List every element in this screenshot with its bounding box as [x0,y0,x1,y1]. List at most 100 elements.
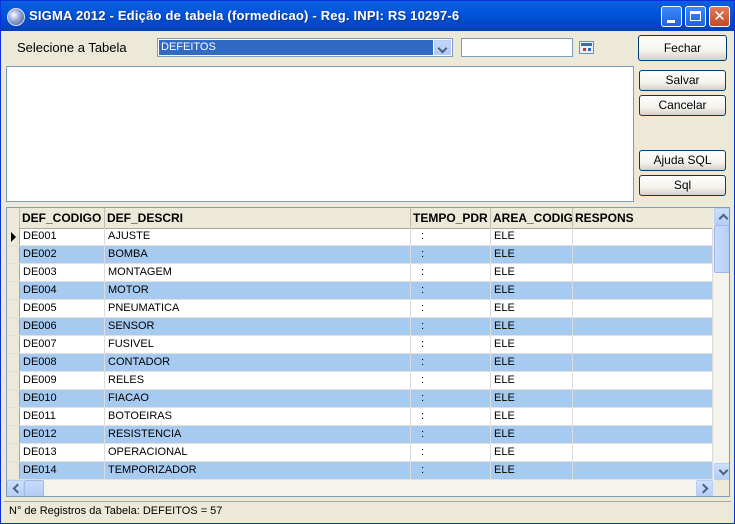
cell-def-codigo[interactable]: DE011 [20,408,105,425]
table-row[interactable]: DE012 RESISTENCIA: ELE [7,426,713,444]
table-row[interactable]: DE006 SENSOR: ELE [7,318,713,336]
cell-respons[interactable] [573,300,713,317]
row-indicator[interactable] [7,444,20,461]
cell-respons[interactable] [573,426,713,443]
cell-def-codigo[interactable]: DE013 [20,444,105,461]
cell-area-codig[interactable]: ELE [491,408,573,425]
row-indicator[interactable] [7,462,20,479]
cell-respons[interactable] [573,372,713,389]
cancel-button[interactable]: Cancelar [639,95,726,116]
column-header-def-descri[interactable]: DEF_DESCRI [105,208,411,228]
cell-def-codigo[interactable]: DE008 [20,354,105,371]
table-select[interactable]: DEFEITOS [157,38,453,57]
table-row[interactable]: DE003 MONTAGEM: ELE [7,264,713,282]
cell-respons[interactable] [573,408,713,425]
cell-area-codig[interactable]: ELE [491,264,573,281]
cell-tempo-pdr[interactable]: : [411,390,491,407]
table-row[interactable]: DE011 BOTOEIRAS: ELE [7,408,713,426]
cell-def-descri[interactable]: OPERACIONAL [105,444,411,461]
cell-def-descri[interactable]: FUSIVEL [105,336,411,353]
horizontal-scroll-thumb[interactable] [24,480,44,496]
cell-respons[interactable] [573,390,713,407]
column-header-area-codig[interactable]: AREA_CODIG [491,208,573,228]
row-indicator[interactable] [7,246,20,263]
cell-respons[interactable] [573,318,713,335]
cell-respons[interactable] [573,264,713,281]
cell-def-codigo[interactable]: DE003 [20,264,105,281]
cell-def-descri[interactable]: SENSOR [105,318,411,335]
cell-def-descri[interactable]: RELES [105,372,411,389]
cell-tempo-pdr[interactable]: : [411,372,491,389]
cell-def-descri[interactable]: MONTAGEM [105,264,411,281]
scroll-down-button[interactable] [714,463,729,480]
sql-button[interactable]: Sql [639,175,726,196]
close-button[interactable]: ✕ [709,6,730,27]
cell-respons[interactable] [573,336,713,353]
cell-tempo-pdr[interactable]: : [411,426,491,443]
table-row[interactable]: DE007 FUSIVEL: ELE [7,336,713,354]
cell-tempo-pdr[interactable]: : [411,462,491,479]
cell-def-codigo[interactable]: DE001 [20,228,105,245]
vertical-scroll-thumb[interactable] [714,225,729,273]
cell-area-codig[interactable]: ELE [491,228,573,245]
cell-def-descri[interactable]: BOTOEIRAS [105,408,411,425]
column-header-respons[interactable]: RESPONS [573,208,713,228]
title-bar[interactable]: SIGMA 2012 - Edição de tabela (formedica… [1,1,734,31]
close-form-button[interactable]: Fechar [638,35,727,61]
scroll-up-button[interactable] [714,208,729,225]
column-header-def-codigo[interactable]: DEF_CODIGO [20,208,105,228]
cell-respons[interactable] [573,354,713,371]
cell-def-descri[interactable]: BOMBA [105,246,411,263]
sql-help-button[interactable]: Ajuda SQL [639,150,726,171]
table-row[interactable]: DE005 PNEUMATICA: ELE [7,300,713,318]
cell-def-codigo[interactable]: DE012 [20,426,105,443]
cell-respons[interactable] [573,444,713,461]
minimize-button[interactable] [661,6,682,27]
calendar-icon[interactable] [579,41,594,54]
cell-area-codig[interactable]: ELE [491,354,573,371]
sql-editor[interactable] [6,66,634,202]
cell-def-descri[interactable]: FIACAO [105,390,411,407]
column-header-tempo-pdr[interactable]: TEMPO_PDR [411,208,491,228]
cell-tempo-pdr[interactable]: : [411,264,491,281]
cell-area-codig[interactable]: ELE [491,336,573,353]
cell-area-codig[interactable]: ELE [491,282,573,299]
cell-tempo-pdr[interactable]: : [411,408,491,425]
cell-area-codig[interactable]: ELE [491,444,573,461]
cell-area-codig[interactable]: ELE [491,300,573,317]
save-button[interactable]: Salvar [639,70,726,91]
cell-tempo-pdr[interactable]: : [411,246,491,263]
row-indicator[interactable] [7,408,20,425]
row-indicator[interactable] [7,354,20,371]
data-grid[interactable]: DEF_CODIGO DEF_DESCRI TEMPO_PDR AREA_COD… [6,207,730,497]
table-row[interactable]: DE010 FIACAO: ELE [7,390,713,408]
row-indicator[interactable] [7,282,20,299]
chevron-down-icon[interactable] [434,40,451,55]
cell-def-descri[interactable]: PNEUMATICA [105,300,411,317]
cell-respons[interactable] [573,462,713,479]
table-row[interactable]: DE009 RELES: ELE [7,372,713,390]
cell-def-codigo[interactable]: DE010 [20,390,105,407]
cell-tempo-pdr[interactable]: : [411,336,491,353]
table-row[interactable]: DE013 OPERACIONAL: ELE [7,444,713,462]
cell-def-codigo[interactable]: DE002 [20,246,105,263]
row-indicator[interactable] [7,318,20,335]
cell-area-codig[interactable]: ELE [491,246,573,263]
row-indicator[interactable] [7,372,20,389]
row-indicator[interactable] [7,228,20,245]
cell-def-descri[interactable]: AJUSTE [105,228,411,245]
cell-area-codig[interactable]: ELE [491,462,573,479]
cell-def-codigo[interactable]: DE005 [20,300,105,317]
cell-tempo-pdr[interactable]: : [411,318,491,335]
cell-respons[interactable] [573,282,713,299]
cell-respons[interactable] [573,246,713,263]
table-row[interactable]: DE002 BOMBA: ELE [7,246,713,264]
cell-respons[interactable] [573,228,713,245]
scroll-left-button[interactable] [7,480,24,496]
cell-def-descri[interactable]: RESISTENCIA [105,426,411,443]
cell-tempo-pdr[interactable]: : [411,228,491,245]
cell-def-codigo[interactable]: DE004 [20,282,105,299]
search-input[interactable] [461,38,573,57]
cell-area-codig[interactable]: ELE [491,390,573,407]
app-icon[interactable] [7,8,25,26]
